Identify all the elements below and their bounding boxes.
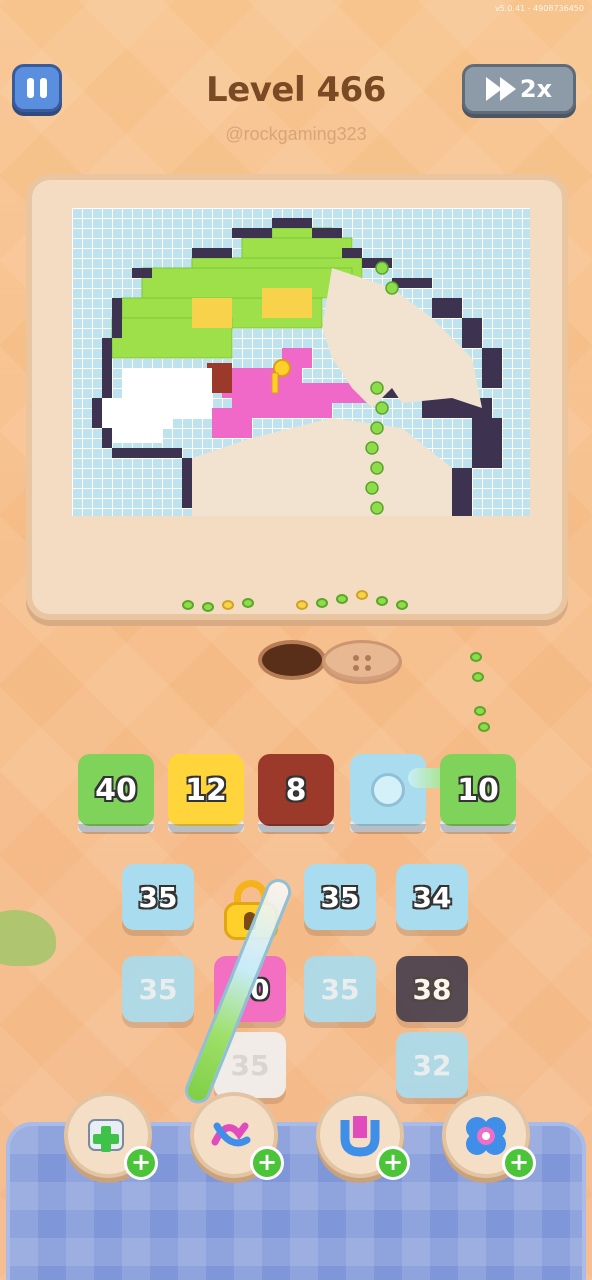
tile-35[interactable]: 35 [304, 864, 376, 930]
booster-shuffle[interactable]: + [190, 1092, 284, 1180]
magnet-icon [340, 1116, 380, 1157]
ant [474, 706, 486, 716]
pixel-grid [72, 208, 530, 516]
tile-38[interactable]: 38 [396, 956, 468, 1022]
tile-35[interactable]: 35 [122, 956, 194, 1022]
ant [182, 600, 194, 610]
plus-badge-icon: + [376, 1146, 410, 1180]
booster-add-box[interactable]: + [64, 1092, 158, 1180]
ant [356, 590, 368, 600]
pump-nozzle-icon [371, 773, 405, 807]
pixel-art-image [92, 218, 502, 516]
plus-badge-icon: + [124, 1146, 158, 1180]
ant [478, 722, 490, 732]
plus-badge-icon: + [502, 1146, 536, 1180]
slot-3[interactable]: 8 [258, 754, 334, 834]
speed-label: 2x [519, 75, 553, 103]
watermark: @rockgaming323 [225, 124, 367, 144]
ant [242, 598, 254, 608]
ant-hole [258, 640, 326, 680]
ant [336, 594, 348, 604]
slot-1[interactable]: 40 [78, 754, 154, 834]
ant [222, 600, 234, 610]
puzzle-board [26, 174, 568, 620]
hole-lid [322, 640, 402, 684]
ant [396, 600, 408, 610]
fast-forward-icon [485, 77, 516, 101]
ant [376, 596, 388, 606]
slot-4-pump[interactable] [350, 754, 426, 834]
tile-32[interactable]: 32 [396, 1032, 468, 1098]
ant [296, 600, 308, 610]
tile-34[interactable]: 34 [396, 864, 468, 930]
speed-button[interactable]: 2x [462, 64, 576, 114]
ant [472, 672, 484, 682]
add-box-icon [88, 1119, 124, 1152]
plus-badge-icon: + [250, 1146, 284, 1180]
booster-flower[interactable]: + [442, 1092, 536, 1180]
ant [316, 598, 328, 608]
leaf-decoration [0, 910, 56, 966]
tile-35[interactable]: 35 [122, 864, 194, 930]
ant [202, 602, 214, 612]
version-label: v5.0.41 - 4908736450 [494, 4, 584, 13]
ant [470, 652, 482, 662]
flower-icon [466, 1117, 506, 1155]
tile-35[interactable]: 35 [304, 956, 376, 1022]
slot-2[interactable]: 12 [168, 754, 244, 834]
shuffle-arrows-icon [211, 1122, 251, 1147]
slot-5[interactable]: 10 [440, 754, 516, 834]
booster-magnet[interactable]: + [316, 1092, 410, 1180]
